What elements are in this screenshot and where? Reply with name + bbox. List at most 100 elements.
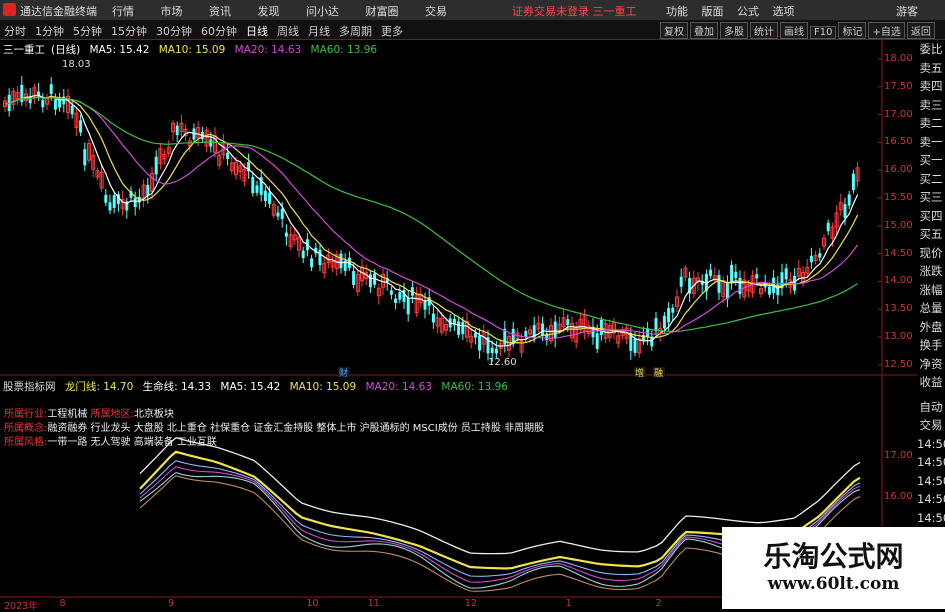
period-tab[interactable]: 更多 bbox=[381, 23, 403, 39]
sidebar-tab[interactable]: 自动 bbox=[917, 398, 945, 417]
sidebar-tab[interactable]: 卖四 bbox=[917, 77, 945, 96]
candle-body bbox=[671, 307, 675, 313]
candle-body bbox=[826, 222, 830, 232]
menu-options[interactable]: 选项 bbox=[773, 3, 795, 19]
candle-body bbox=[662, 315, 666, 329]
sidebar-tab[interactable]: 换手 bbox=[917, 336, 945, 355]
sidebar-tab[interactable]: 涨跌 bbox=[917, 262, 945, 281]
sidebar-tab[interactable]: 卖五 bbox=[917, 59, 945, 78]
sidebar-tab[interactable]: 买三 bbox=[917, 188, 945, 207]
watermark-url: www.60lt.com bbox=[767, 574, 900, 594]
menu-layout[interactable]: 版面 bbox=[702, 3, 724, 19]
time-tick: 11 bbox=[367, 598, 380, 609]
tool-button[interactable]: F10 bbox=[810, 26, 837, 39]
menu-wealth[interactable]: 财富圈 bbox=[366, 3, 399, 19]
tool-button[interactable]: 叠加 bbox=[690, 22, 718, 39]
price-tick: 15.50 bbox=[884, 192, 913, 203]
sidebar-tab[interactable]: 净资 bbox=[917, 355, 945, 374]
tool-button[interactable]: 复权 bbox=[660, 22, 688, 39]
sidebar-tab[interactable]: 收益 bbox=[917, 373, 945, 392]
candle-body bbox=[83, 149, 87, 166]
price-tick: 14.50 bbox=[884, 247, 913, 259]
sidebar-tab[interactable]: 买四 bbox=[917, 207, 945, 226]
sidebar-tab[interactable]: 14:50 bbox=[917, 435, 945, 454]
price-tick: 13.50 bbox=[884, 303, 913, 315]
menu-function[interactable]: 功能 bbox=[666, 3, 688, 19]
candle-body bbox=[394, 298, 398, 303]
sidebar-tab[interactable]: 14:50 bbox=[917, 509, 945, 528]
candle-body bbox=[226, 152, 230, 159]
menu-news[interactable]: 资讯 bbox=[209, 3, 231, 19]
sidebar-tab[interactable]: 委比 bbox=[917, 40, 945, 59]
watermark-logo: 乐淘公式网 www.60lt.com bbox=[722, 527, 945, 609]
candle-body bbox=[284, 232, 288, 237]
sidebar-tab[interactable]: 买一 bbox=[917, 151, 945, 170]
ma10-line bbox=[4, 95, 859, 344]
candle-body bbox=[133, 197, 137, 208]
price-tick: 16.00 bbox=[884, 164, 913, 176]
menu-market[interactable]: 市场 bbox=[161, 3, 183, 19]
period-tab[interactable]: 5分钟 bbox=[73, 23, 102, 39]
candle-body bbox=[146, 184, 150, 196]
candle-body bbox=[633, 338, 637, 353]
indicator-name[interactable]: 股票指标网 bbox=[3, 381, 56, 393]
tool-button[interactable]: 多股 bbox=[720, 22, 748, 39]
candle-body bbox=[818, 253, 822, 258]
menu-discover[interactable]: 发现 bbox=[258, 3, 280, 19]
candle-body bbox=[389, 290, 393, 295]
high-annotation: 18.03 bbox=[62, 59, 91, 70]
sidebar-tab[interactable]: 交易 bbox=[917, 416, 945, 435]
candle-body bbox=[730, 264, 734, 282]
candle-body bbox=[494, 348, 498, 354]
sidebar-tab[interactable]: 外盘 bbox=[917, 318, 945, 337]
tool-button[interactable]: 返回 bbox=[906, 22, 935, 39]
kline-chart[interactable]: 18.03 12.60 财 增融 bbox=[0, 39, 917, 599]
time-tick: 9 bbox=[168, 598, 175, 609]
sidebar-tab[interactable]: 总量 bbox=[917, 299, 945, 318]
period-tab[interactable]: 周线 bbox=[277, 23, 299, 39]
login-notice[interactable]: 证券交易未登录 三一重工 bbox=[512, 3, 637, 19]
sidebar-tab[interactable]: 买五 bbox=[917, 225, 945, 244]
candle-body bbox=[473, 332, 477, 338]
period-tab[interactable]: 1分钟 bbox=[35, 23, 64, 39]
right-menu: 功能 版面 公式 选项 bbox=[666, 3, 805, 19]
sidebar-tab[interactable]: 涨幅 bbox=[917, 281, 945, 300]
indicator-tick: 16.00 bbox=[884, 491, 913, 502]
menu-quotes[interactable]: 行情 bbox=[112, 3, 134, 19]
period-tab[interactable]: 30分钟 bbox=[156, 23, 192, 39]
tool-button[interactable]: 统计 bbox=[750, 22, 778, 39]
sidebar-tab[interactable]: 14:50 bbox=[917, 490, 945, 509]
candle-body bbox=[209, 139, 213, 147]
period-tab[interactable]: 日线 bbox=[246, 23, 268, 39]
sidebar-tab[interactable]: 14:50 bbox=[917, 472, 945, 491]
sidebar-tab[interactable]: 卖三 bbox=[917, 96, 945, 115]
guest-button[interactable]: 游客 bbox=[896, 3, 918, 19]
sidebar-tab[interactable]: 卖二 bbox=[917, 114, 945, 133]
tool-button[interactable]: 标记 bbox=[838, 22, 867, 39]
menu-formula[interactable]: 公式 bbox=[737, 3, 759, 19]
tool-button[interactable]: 画线 bbox=[780, 22, 808, 39]
candle-body bbox=[553, 321, 557, 339]
period-tab[interactable]: 分时 bbox=[4, 23, 26, 39]
candle-body bbox=[352, 271, 356, 285]
menu-trade[interactable]: 交易 bbox=[425, 3, 447, 19]
period-tab[interactable]: 60分钟 bbox=[201, 23, 237, 39]
candle-body bbox=[709, 269, 713, 276]
sidebar-tab[interactable]: 买二 bbox=[917, 170, 945, 189]
period-tab[interactable]: 多周期 bbox=[339, 23, 372, 39]
sidebar-tab[interactable]: 14:50 bbox=[917, 453, 945, 472]
sidebar-tab[interactable]: 现价 bbox=[917, 244, 945, 263]
candle-body bbox=[175, 125, 179, 136]
app-name: 通达信金融终端 bbox=[20, 5, 97, 18]
tool-button[interactable]: +自选 bbox=[868, 22, 905, 39]
price-tick: 12.50 bbox=[884, 358, 913, 370]
period-tab[interactable]: 月线 bbox=[308, 23, 330, 39]
sidebar-tab[interactable]: 卖一 bbox=[917, 133, 945, 152]
period-tab[interactable]: 15分钟 bbox=[111, 23, 147, 39]
candle-body bbox=[654, 318, 658, 332]
candle-body bbox=[541, 323, 545, 336]
style-value: 一带一路 无人驾驶 高端装备 工业互联 bbox=[47, 437, 217, 448]
menu-ask[interactable]: 问小达 bbox=[306, 3, 339, 19]
indicator-legend: 股票指标网 龙门线: 14.70 生命线: 14.33 MA5: 15.42 M… bbox=[3, 379, 514, 394]
candle-body bbox=[461, 321, 465, 334]
